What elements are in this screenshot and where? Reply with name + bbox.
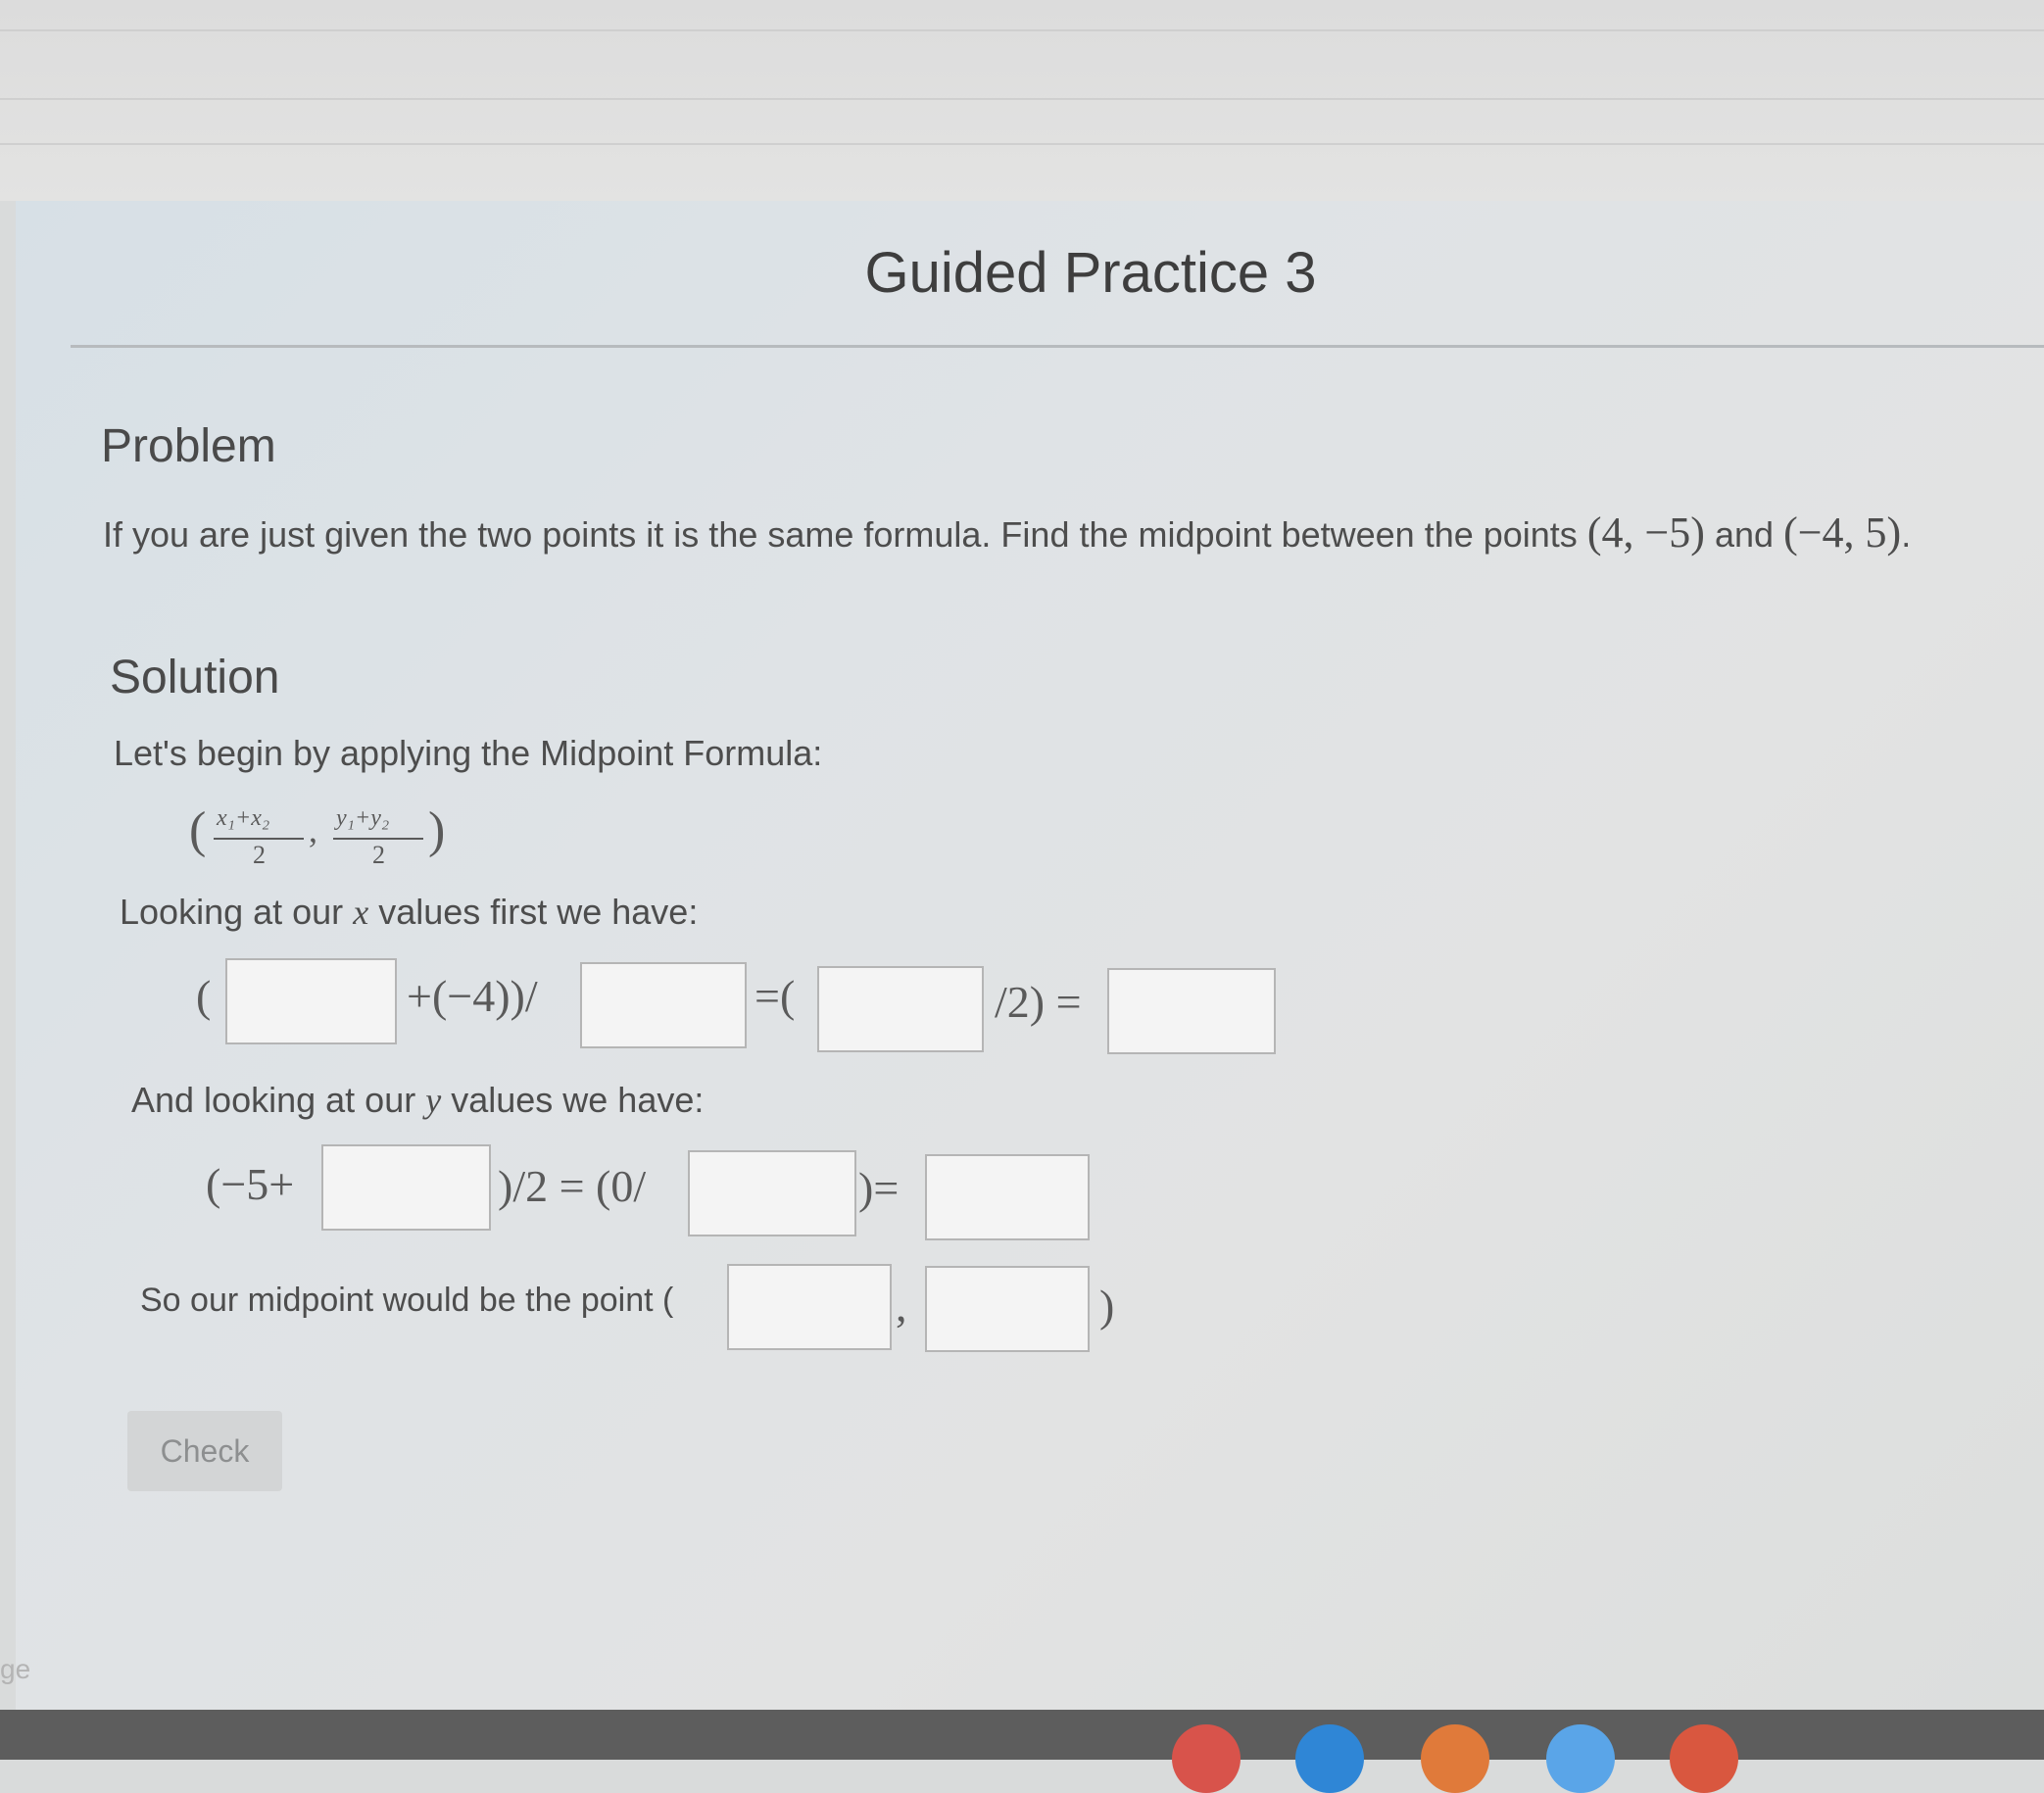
browser-top-area	[0, 0, 2044, 201]
y-result-input[interactable]	[925, 1154, 1090, 1240]
x1-input[interactable]	[225, 958, 397, 1044]
red-orange-app-icon[interactable]	[1670, 1724, 1738, 1793]
fraction-bar	[333, 838, 423, 840]
formula-open-paren: (	[189, 802, 207, 858]
x-numerator: x₁+x₂	[217, 805, 270, 831]
y-eq-half: )/2 = (0/	[498, 1161, 647, 1211]
x-eq-open: (	[196, 971, 212, 1021]
point-1: (4, −5)	[1586, 509, 1705, 557]
y-values-intro: And looking at our y values we have:	[131, 1080, 704, 1121]
midpoint-y-input[interactable]	[925, 1266, 1090, 1352]
fraction-bar	[214, 838, 304, 840]
divider	[0, 29, 2044, 31]
x-result-input[interactable]	[1107, 968, 1276, 1054]
point-2: (−4, 5)	[1783, 509, 1902, 557]
page-title: Guided Practice 3	[864, 241, 1317, 305]
problem-heading: Problem	[101, 420, 276, 472]
y-variable: y	[425, 1081, 442, 1120]
point-close: )	[1099, 1281, 1115, 1331]
x-intro-pre: Looking at our	[120, 892, 344, 932]
y-eq-close: )=	[858, 1163, 900, 1213]
y-numerator: y₁+y₂	[336, 805, 390, 831]
x-denominator: 2	[253, 841, 266, 869]
formula-close-paren: )	[428, 802, 446, 858]
y-intro-post: values we have:	[451, 1080, 705, 1120]
solution-heading: Solution	[110, 652, 280, 703]
y-eq-start: (−5+	[206, 1159, 295, 1209]
x-sum-input[interactable]	[817, 966, 984, 1052]
y-intro-pre: And looking at our	[131, 1080, 416, 1120]
conclusion-text: So our midpoint would be the point (	[140, 1282, 674, 1319]
orange-app-icon[interactable]	[1421, 1724, 1489, 1793]
x-eq-plus-neg4: +(−4))/	[407, 971, 538, 1021]
x-denominator-input[interactable]	[580, 962, 747, 1048]
x-variable: x	[353, 893, 369, 932]
problem-text: If you are just given the two points it …	[103, 508, 1911, 557]
midpoint-x-input[interactable]	[727, 1264, 892, 1350]
light-blue-app-icon[interactable]	[1546, 1724, 1615, 1793]
corner-label: ge	[0, 1654, 31, 1684]
red-app-icon[interactable]	[1172, 1724, 1241, 1793]
formula-comma: ,	[309, 810, 317, 849]
check-button[interactable]: Check	[127, 1411, 282, 1491]
problem-and: and	[1714, 514, 1775, 555]
blue-app-icon[interactable]	[1295, 1724, 1364, 1793]
x-values-intro: Looking at our x values first we have:	[120, 892, 698, 933]
x-eq-equals-open: =(	[754, 971, 796, 1021]
x-eq-over2: /2) =	[995, 977, 1082, 1027]
y-denominator-input[interactable]	[688, 1150, 856, 1236]
point-comma: ,	[896, 1281, 907, 1331]
title-divider	[71, 345, 2044, 348]
divider	[0, 143, 2044, 145]
problem-statement: If you are just given the two points it …	[103, 514, 1578, 555]
x-intro-post: values first we have:	[378, 892, 699, 932]
problem-period: .	[1901, 514, 1912, 555]
y-denominator: 2	[372, 841, 385, 869]
practice-card	[16, 201, 2044, 1710]
y2-input[interactable]	[321, 1144, 491, 1231]
divider	[0, 98, 2044, 100]
formula-intro: Let's begin by applying the Midpoint For…	[114, 733, 823, 773]
